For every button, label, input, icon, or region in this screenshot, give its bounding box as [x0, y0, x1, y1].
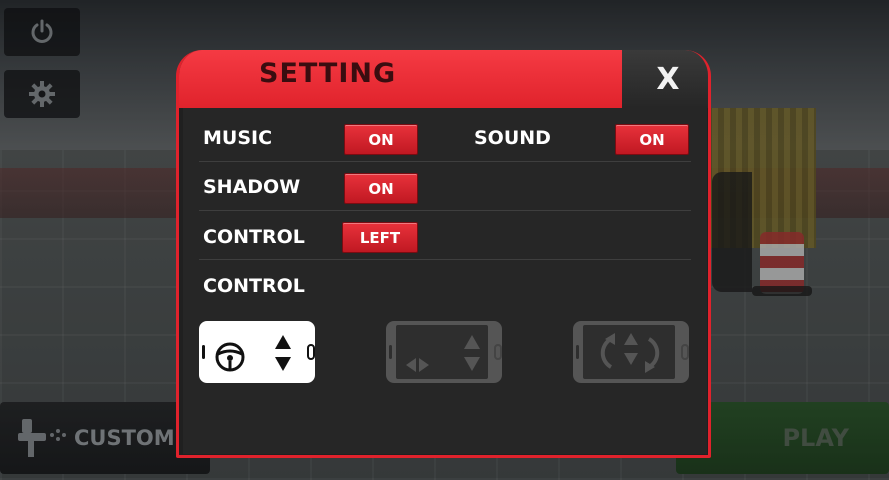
control-side-toggle[interactable]: LEFT: [342, 222, 418, 253]
divider: [199, 161, 691, 162]
control-side-label: CONTROL: [203, 226, 305, 248]
steering-control-option[interactable]: [199, 321, 315, 383]
divider: [199, 210, 691, 211]
steering-wheel-icon: [215, 335, 291, 372]
dialog-title: SETTING: [259, 58, 397, 89]
sound-toggle[interactable]: ON: [615, 124, 689, 155]
shadow-toggle[interactable]: ON: [344, 173, 418, 204]
arrow-buttons-control-option[interactable]: [386, 321, 502, 383]
close-button[interactable]: X: [622, 50, 708, 108]
tilt-control-option[interactable]: [573, 321, 689, 383]
close-icon: X: [656, 61, 680, 97]
control-type-label: CONTROL: [203, 275, 305, 297]
settings-dialog: SETTING X MUSIC ON SOUND ON SHADOW ON CO…: [176, 50, 711, 458]
arrow-buttons-icon: [406, 335, 480, 372]
music-toggle[interactable]: ON: [344, 124, 418, 155]
divider: [199, 259, 691, 260]
shadow-label: SHADOW: [203, 176, 301, 198]
tilt-icon: [600, 333, 660, 373]
sound-label: SOUND: [474, 127, 551, 149]
music-label: MUSIC: [203, 127, 273, 149]
